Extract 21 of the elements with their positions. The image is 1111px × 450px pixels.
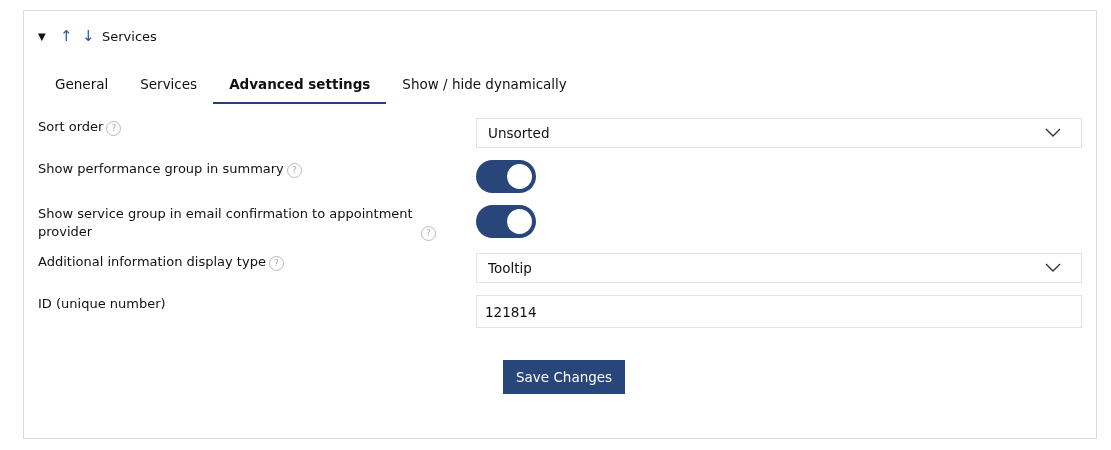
field-label: Sort order <box>38 118 104 136</box>
tab[interactable]: General <box>39 67 125 104</box>
toggle-switch[interactable] <box>476 205 536 238</box>
chevron-down-icon <box>1045 128 1061 138</box>
input-field[interactable]: 121814 <box>476 295 1082 328</box>
tab[interactable]: Advanced settings <box>213 67 387 104</box>
field-label: Additional information display type <box>38 253 266 271</box>
dropdown[interactable]: Tooltip <box>476 253 1082 283</box>
section-title: Services <box>102 28 157 44</box>
toggle-switch[interactable] <box>476 160 536 193</box>
field-label: Show service group in email confirmation to appointment provider <box>38 205 414 241</box>
field-label: ID (unique number) <box>38 295 166 313</box>
field-label: Show performance group in summary <box>38 160 284 178</box>
dropdown[interactable]: Unsorted <box>476 118 1082 148</box>
tab[interactable]: Show / hide dynamically <box>386 67 583 104</box>
chevron-down-icon <box>1045 263 1061 273</box>
save-button[interactable]: Save Changes <box>503 360 626 394</box>
move-up-link[interactable]: ↑ <box>60 27 82 45</box>
collapse-toggle[interactable]: ▼ <box>38 30 60 42</box>
tab[interactable]: Services <box>124 67 214 104</box>
move-down-link[interactable]: ↓ <box>82 27 104 45</box>
